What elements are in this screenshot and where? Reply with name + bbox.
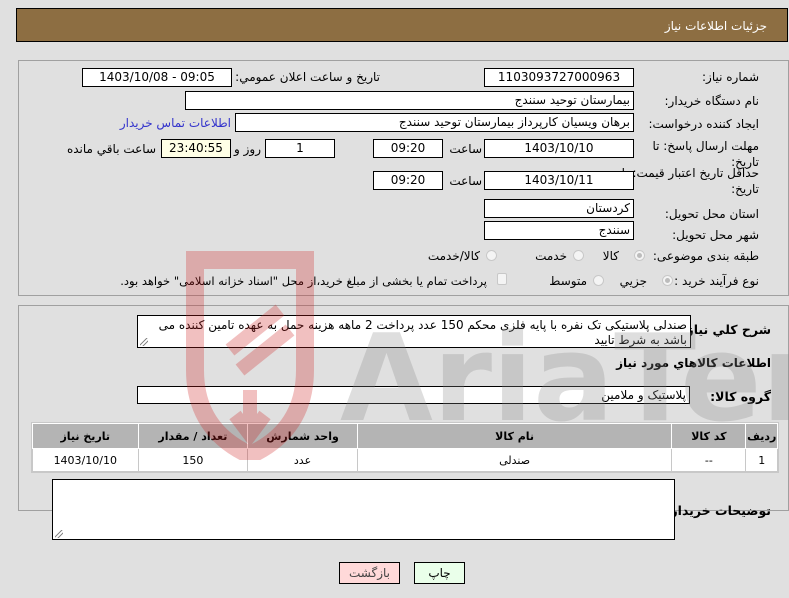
price-validity-time-field[interactable]: 09:20 (373, 171, 443, 190)
city-label: شهر محل تحویل: (672, 228, 759, 242)
category-radio-goods-service[interactable] (486, 250, 497, 261)
back-button[interactable]: بازگشت (339, 562, 400, 584)
cell-quantity: 150 (137, 448, 249, 472)
col-unit: واحد شمارش (247, 423, 358, 449)
buyer-contact-link[interactable]: اطلاعات تماس خریدار (120, 116, 231, 130)
remaining-time-label: ساعت باقي مانده (66, 142, 156, 156)
buyer-org-label: نام دستگاه خریدار: (664, 94, 760, 108)
remaining-days-field[interactable]: 1 (265, 139, 335, 158)
category-radio-service[interactable] (573, 250, 584, 261)
need-number-label: شماره نیاز: (702, 70, 759, 84)
province-label: استان محل تحویل: (664, 207, 759, 221)
goods-group-field[interactable]: پلاستیک و ملامین (137, 386, 690, 404)
requester-field[interactable]: برهان ویسیان کارپرداز بیمارستان توحید سن… (235, 113, 634, 132)
announce-datetime-label: تاریخ و ساعت اعلان عمومي: (235, 70, 380, 84)
col-item-code: کد کالا (671, 423, 747, 449)
table-row: 1 -- صندلی عدد 150 1403/10/10 (32, 448, 778, 472)
category-option-goods: کالا (602, 249, 619, 263)
cell-row-number: 1 (745, 448, 778, 472)
category-option-goods-service: کالا/خدمت (427, 249, 480, 263)
goods-section-title: اطلاعات کالاهاي مورد نیاز (616, 356, 771, 370)
cell-item-name: صندلی (356, 448, 673, 472)
page-title: جزئیات اطلاعات نیاز (664, 19, 767, 33)
buyer-org-field[interactable]: بیمارستان توحید سنندج (185, 91, 634, 110)
purchase-type-label: نوع فرآیند خرید : (674, 274, 759, 288)
description-text: صندلی پلاستیکی تک نفره با پایه فلزی محکم… (158, 318, 687, 347)
treasury-checkbox-label: پرداخت تمام یا بخشی از مبلغ خرید،از محل … (120, 274, 487, 288)
reply-deadline-date-field[interactable]: 1403/10/10 (484, 139, 634, 158)
description-textarea[interactable]: صندلی پلاستیکی تک نفره با پایه فلزی محکم… (137, 315, 691, 348)
items-table-frame: ردیف کد کالا نام کالا واحد شمارش تعداد /… (31, 422, 779, 473)
print-button[interactable]: چاپ (414, 562, 465, 584)
need-number-field[interactable]: 1103093727000963 (484, 68, 634, 87)
resize-grip-icon[interactable] (140, 338, 148, 346)
city-field[interactable]: سنندج (484, 221, 634, 240)
price-validity-time-label: ساعت (449, 174, 482, 188)
buyer-notes-label: توضیحات خریدار: (665, 503, 771, 518)
reply-deadline-time-field[interactable]: 09:20 (373, 139, 443, 158)
goods-group-label: گروه کالا: (710, 389, 771, 404)
col-item-name: نام کالا (356, 423, 673, 449)
province-field[interactable]: کردستان (484, 199, 634, 218)
purchase-type-option-minor: جزیي (619, 274, 647, 288)
cell-unit: عدد (247, 448, 358, 472)
items-table-header-row: ردیف کد کالا نام کالا واحد شمارش تعداد /… (32, 423, 778, 449)
purchase-type-radio-medium[interactable] (593, 275, 604, 286)
cell-need-date: 1403/10/10 (32, 448, 139, 472)
category-radio-goods[interactable] (634, 250, 645, 261)
buyer-notes-textarea[interactable] (52, 479, 675, 540)
reply-deadline-time-label: ساعت (449, 142, 482, 156)
cell-item-code: -- (671, 448, 747, 472)
page-header: جزئیات اطلاعات نیاز (16, 8, 788, 42)
announce-datetime-field[interactable]: 1403/10/08 - 09:05 (82, 68, 232, 87)
days-label: روز و (234, 142, 261, 156)
category-option-service: خدمت (535, 249, 567, 263)
col-need-date: تاریخ نیاز (32, 423, 139, 449)
purchase-type-option-medium: متوسط (549, 274, 587, 288)
price-validity-date-field[interactable]: 1403/10/11 (484, 171, 634, 190)
remaining-time-field: 23:40:55 (161, 139, 231, 158)
col-quantity: تعداد / مقدار (137, 423, 249, 449)
resize-grip-icon[interactable] (55, 530, 63, 538)
items-table: ردیف کد کالا نام کالا واحد شمارش تعداد /… (32, 423, 778, 472)
description-label: شرح کلي نیاز: (681, 322, 771, 337)
col-row-number: ردیف (745, 423, 778, 449)
treasury-checkbox[interactable] (497, 273, 507, 285)
purchase-type-radio-minor[interactable] (662, 275, 673, 286)
category-label: طبقه بندی موضوعی: (652, 249, 759, 263)
requester-label: ایجاد کننده درخواست: (648, 117, 759, 131)
